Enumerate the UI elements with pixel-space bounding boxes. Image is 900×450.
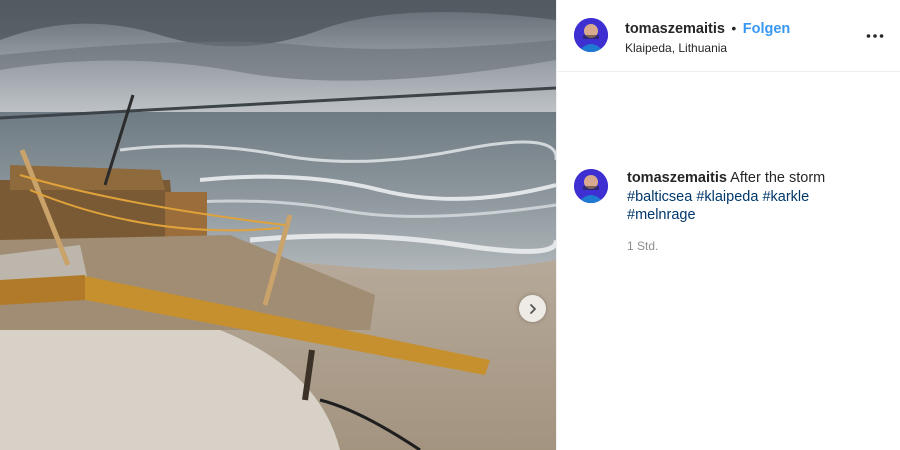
post-timestamp[interactable]: 1 Std.: [627, 239, 658, 253]
hashtag-link[interactable]: #karkle: [762, 189, 809, 205]
next-photo-button[interactable]: [519, 295, 546, 322]
chevron-right-icon: [529, 303, 536, 314]
hashtag-link[interactable]: #melnrage: [627, 207, 696, 223]
header-text: tomaszemaitis • Folgen Klaipeda, Lithuan…: [625, 20, 790, 55]
post-location[interactable]: Klaipeda, Lithuania: [625, 41, 790, 55]
more-options-icon: [866, 34, 884, 38]
hashtag-link[interactable]: #klaipeda: [696, 189, 758, 205]
post-sidebar: tomaszemaitis • Folgen Klaipeda, Lithuan…: [556, 0, 900, 450]
caption-author[interactable]: tomaszemaitis: [627, 170, 727, 186]
avatar[interactable]: [574, 18, 608, 52]
post-photo[interactable]: [0, 0, 556, 450]
separator-dot: •: [731, 20, 737, 36]
follow-button[interactable]: Folgen: [743, 21, 791, 37]
post-header: tomaszemaitis • Folgen Klaipeda, Lithuan…: [557, 0, 900, 72]
profile-photo-icon: [574, 18, 608, 52]
caption-message: After the storm: [730, 170, 826, 186]
hashtag-link[interactable]: #balticsea: [627, 189, 692, 205]
profile-photo-icon: [574, 169, 608, 203]
avatar[interactable]: [574, 169, 608, 203]
more-options-button[interactable]: [864, 26, 886, 46]
storm-beach-photo: [0, 0, 556, 450]
post-author[interactable]: tomaszemaitis: [625, 21, 725, 37]
caption-text: tomaszemaitis After the storm #balticsea…: [627, 169, 882, 225]
